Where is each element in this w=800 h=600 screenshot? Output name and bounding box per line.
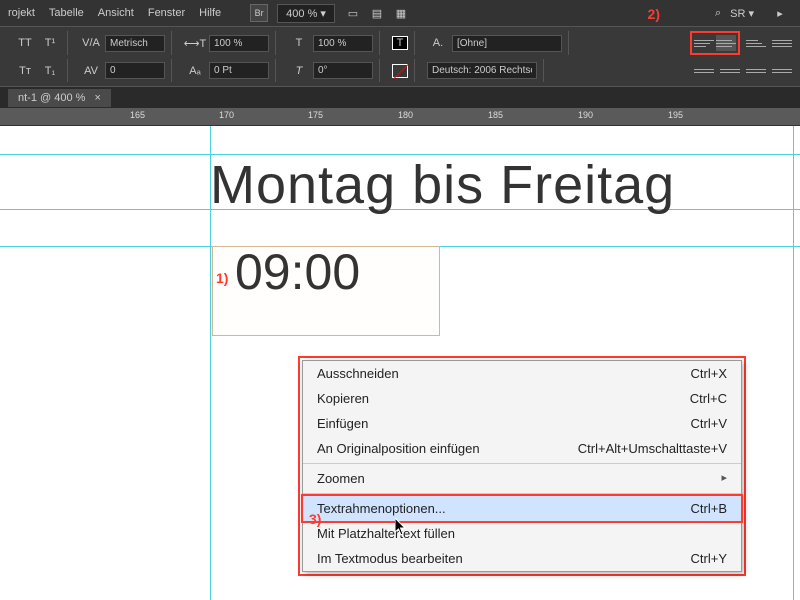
menu-fill-placeholder[interactable]: Mit Platzhaltertext füllen	[303, 521, 741, 546]
ruler-mark: 185	[488, 110, 503, 120]
search-icon[interactable]: ⌕	[709, 4, 727, 22]
menu-cut[interactable]: AusschneidenCtrl+X	[303, 361, 741, 386]
control-panel: TT T¹ V/A ⟷T T T A. Tᴛ	[0, 26, 800, 86]
menu-projekt[interactable]: rojekt	[8, 7, 35, 19]
ruler-mark: 195	[668, 110, 683, 120]
ruler-mark: 170	[219, 110, 234, 120]
bridge-icon[interactable]: Br	[250, 4, 268, 22]
horizontal-scale-icon[interactable]: ⟷T	[184, 33, 206, 53]
char-style-label: A.	[427, 33, 449, 53]
align-bottom-button[interactable]	[746, 35, 766, 51]
screen-mode-icon[interactable]: ▭	[344, 4, 362, 22]
char-style-field[interactable]	[452, 35, 562, 52]
kerning-field[interactable]	[105, 35, 165, 52]
selected-text-frame[interactable]: 09:00	[212, 246, 440, 336]
column-2-button[interactable]	[720, 63, 740, 79]
stroke-swatch[interactable]	[392, 64, 408, 78]
heading-text[interactable]: Montag bis Freitag	[210, 154, 675, 216]
vertical-align-group-highlight	[690, 31, 740, 55]
width-field[interactable]	[313, 35, 373, 52]
align-top-button[interactable]	[694, 35, 714, 51]
column-1-button[interactable]	[694, 63, 714, 79]
menu-copy[interactable]: KopierenCtrl+C	[303, 386, 741, 411]
baseline-shift-icon[interactable]: Aₐ	[184, 61, 206, 81]
context-menu-highlight-box: AusschneidenCtrl+X KopierenCtrl+C Einfüg…	[298, 356, 746, 576]
align-justify-button[interactable]	[772, 35, 792, 51]
skew-icon[interactable]: T	[288, 61, 310, 81]
menu-tabelle[interactable]: Tabelle	[49, 7, 84, 19]
document-tab-title: nt-1 @ 400 %	[18, 92, 85, 104]
menu-ansicht[interactable]: Ansicht	[98, 7, 134, 19]
panel-toggle-icon[interactable]: ▸	[771, 4, 789, 22]
annotation-3: 3)	[309, 511, 321, 527]
kerning-icon[interactable]: V/A	[80, 33, 102, 53]
menu-separator	[303, 463, 741, 464]
column-3-button[interactable]	[746, 63, 766, 79]
width-scale-icon[interactable]: T	[288, 33, 310, 53]
zoom-level-field[interactable]: 400 % ▾	[277, 4, 335, 23]
menu-paste-in-place[interactable]: An Originalposition einfügenCtrl+Alt+Ums…	[303, 436, 741, 461]
horizontal-ruler: 165 170 175 180 185 190 195	[0, 108, 800, 126]
tracking-icon[interactable]: AV	[80, 61, 102, 81]
horiz-scale-field[interactable]	[209, 35, 269, 52]
ruler-mark: 175	[308, 110, 323, 120]
fill-swatch[interactable]: T	[392, 36, 408, 50]
baseline-field[interactable]	[209, 62, 269, 79]
close-tab-icon[interactable]: ×	[95, 92, 101, 104]
workspace-switcher[interactable]: SR ▾	[730, 7, 754, 20]
allcaps-icon[interactable]: TT	[14, 33, 36, 53]
menu-edit-story[interactable]: Im Textmodus bearbeitenCtrl+Y	[303, 546, 741, 571]
textframe-content[interactable]: 09:00	[213, 247, 439, 297]
annotation-2: 2)	[648, 6, 660, 22]
skew-field[interactable]	[313, 62, 373, 79]
superscript-icon[interactable]: T¹	[39, 33, 61, 53]
menu-paste[interactable]: EinfügenCtrl+V	[303, 411, 741, 436]
cursor-icon	[395, 518, 409, 536]
document-canvas[interactable]: Montag bis Freitag 09:00 1) Ausschneiden…	[0, 126, 800, 600]
margin-guide-right	[793, 126, 794, 600]
smallcaps-icon[interactable]: Tᴛ	[14, 61, 36, 81]
menu-zoom[interactable]: Zoomen	[303, 466, 741, 491]
view-options-icon[interactable]: ▤	[368, 4, 386, 22]
tracking-field[interactable]	[105, 62, 165, 79]
language-field[interactable]	[427, 62, 537, 79]
arrange-icon[interactable]: ▦	[392, 4, 410, 22]
main-menubar: rojekt Tabelle Ansicht Fenster Hilfe Br …	[0, 0, 800, 26]
subscript-icon[interactable]: T₁	[39, 61, 61, 81]
ruler-mark: 190	[578, 110, 593, 120]
annotation-1: 1)	[216, 270, 228, 286]
menu-fenster[interactable]: Fenster	[148, 7, 185, 19]
menu-hilfe[interactable]: Hilfe	[199, 7, 221, 19]
context-menu: AusschneidenCtrl+X KopierenCtrl+C Einfüg…	[302, 360, 742, 572]
menu-textframe-options[interactable]: Textrahmenoptionen...Ctrl+B	[303, 496, 741, 521]
column-4-button[interactable]	[772, 63, 792, 79]
document-tab-bar: nt-1 @ 400 % ×	[0, 86, 800, 108]
ruler-mark: 180	[398, 110, 413, 120]
active-document-tab[interactable]: nt-1 @ 400 % ×	[8, 89, 111, 107]
align-center-button[interactable]	[716, 35, 736, 51]
ruler-mark: 165	[130, 110, 145, 120]
